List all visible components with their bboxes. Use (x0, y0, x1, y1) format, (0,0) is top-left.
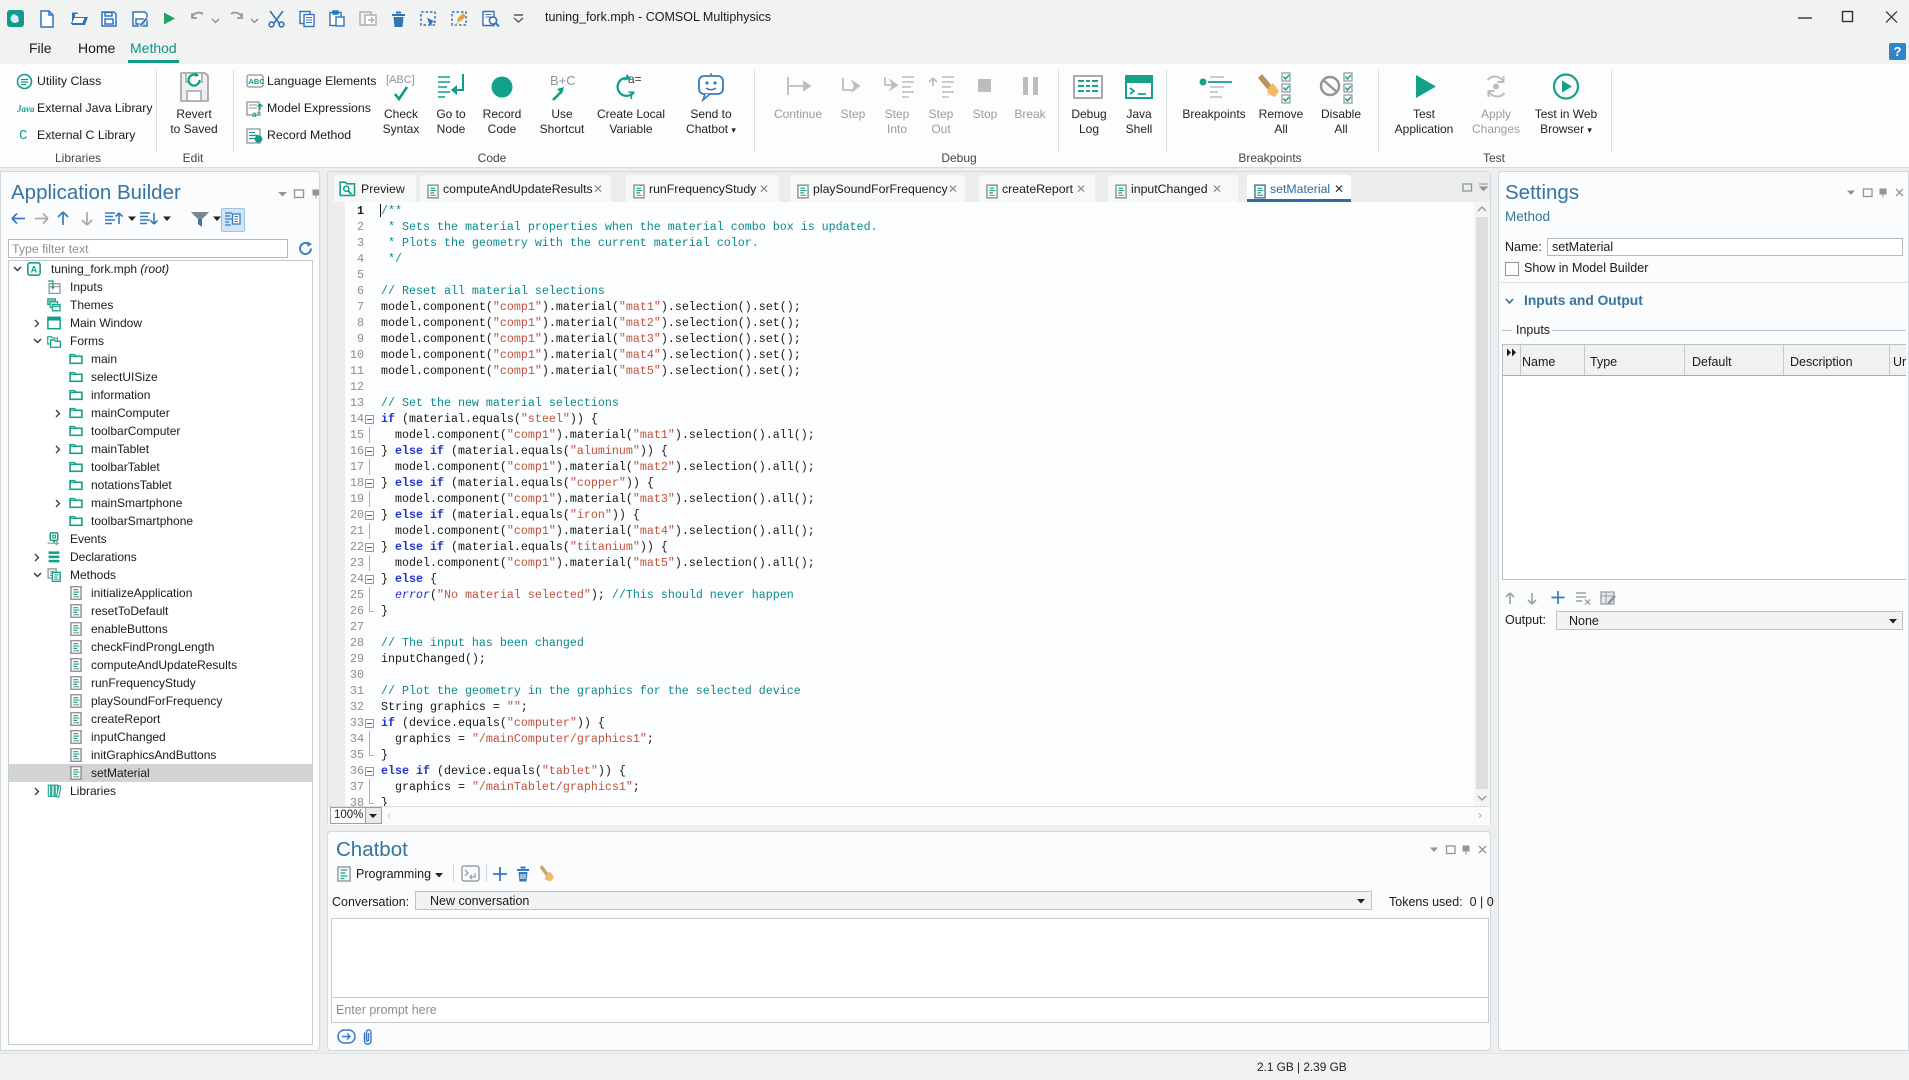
svg-text:ABC: ABC (249, 77, 265, 86)
svg-text:B+C: B+C (550, 73, 576, 88)
svg-text:Java: Java (16, 104, 34, 114)
svg-text:A: A (31, 264, 38, 274)
svg-text:C: C (19, 128, 27, 143)
svg-text:T: T (628, 90, 635, 102)
svg-text:[ABC]: [ABC] (386, 74, 415, 86)
svg-text:a=: a= (252, 110, 261, 119)
